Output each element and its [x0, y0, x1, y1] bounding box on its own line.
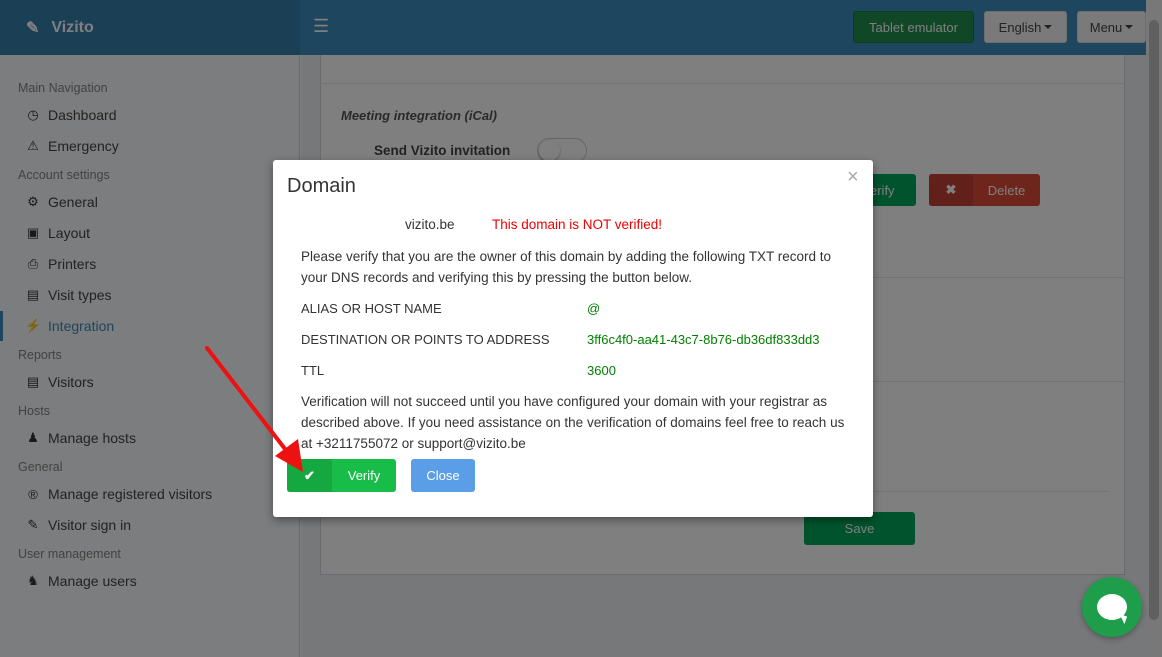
intro-text: Please verify that you are the owner of … [301, 249, 832, 285]
record-label-destination: DESTINATION OR POINTS TO ADDRESS [301, 332, 550, 347]
verification-status: This domain is NOT verified! [492, 217, 663, 232]
checkmark-icon: ✔ [287, 459, 332, 492]
record-label-host: ALIAS OR HOST NAME [301, 301, 442, 316]
record-value-host: @ [587, 301, 601, 316]
modal-close-icon[interactable]: × [847, 166, 859, 189]
close-button[interactable]: Close [411, 459, 475, 492]
record-value-ttl: 3600 [587, 363, 616, 378]
verification-note: Verification will not succeed until you … [301, 394, 845, 451]
record-value-destination: 3ff6c4f0-aa41-43c7-8b76-db36df833dd3 [587, 332, 820, 347]
verify-label: Verify [347, 468, 381, 483]
record-label-ttl: TTL [301, 363, 325, 378]
verify-button[interactable]: ✔ Verify [287, 459, 396, 492]
close-label: Close [426, 468, 460, 483]
chat-launcher-button[interactable] [1082, 577, 1142, 637]
modal-title: Domain [287, 175, 356, 197]
domain-name: vizito.be [405, 217, 455, 232]
domain-modal: Domain × vizito.be This domain is NOT ve… [273, 160, 873, 517]
chat-bubble-icon [1097, 594, 1127, 620]
